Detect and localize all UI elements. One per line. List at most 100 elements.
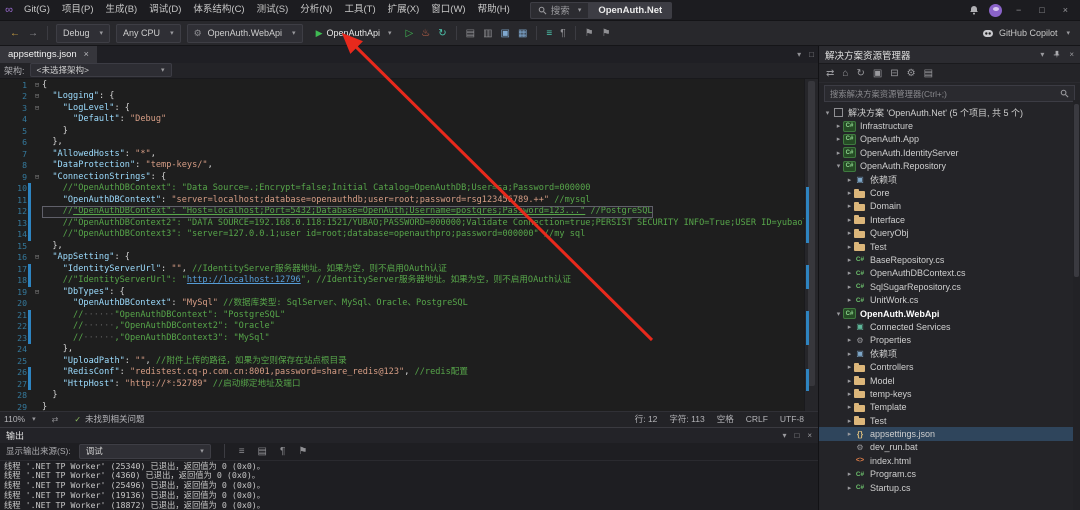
chevron-right-icon[interactable]: ▸ (845, 470, 854, 478)
code-line[interactable]: 23 //······,"OpenAuthDBContext3": "MySql… (0, 333, 804, 345)
chevron-right-icon[interactable]: ▸ (845, 430, 854, 438)
tree-item-dev-run-bat[interactable]: ⚙dev_run.bat (819, 441, 1080, 454)
tree-item-openauth-webapi[interactable]: ▾C#OpenAuth.WebApi (819, 307, 1080, 320)
pin-output-icon[interactable]: ⚑ (294, 446, 311, 457)
tree-item-test[interactable]: ▸Test (819, 240, 1080, 253)
solution-explorer-scrollbar[interactable] (1073, 100, 1080, 510)
tree-item-startup-cs[interactable]: ▸C#Startup.cs (819, 481, 1080, 494)
chevron-right-icon[interactable]: ▸ (845, 363, 854, 371)
collapse-all-icon[interactable]: ⊟ (890, 68, 898, 79)
tree-item[interactable]: ▸▣依赖项 (819, 173, 1080, 186)
code-line[interactable]: 28 } (0, 390, 804, 402)
tree-item-index-html[interactable]: <>index.html (819, 454, 1080, 467)
tree-item-core[interactable]: ▸Core (819, 186, 1080, 199)
scrollbar-thumb[interactable] (808, 81, 815, 386)
line-indicator[interactable]: 行: 12 (635, 413, 658, 425)
chevron-right-icon[interactable]: ▸ (845, 216, 854, 224)
chevron-right-icon[interactable]: ▸ (845, 377, 854, 385)
tree-item-domain[interactable]: ▸Domain (819, 200, 1080, 213)
maximize-panel-icon[interactable]: □ (794, 431, 799, 440)
hot-reload-icon[interactable]: ♨ (417, 28, 434, 39)
code-line[interactable]: 14 //"OpenAuthDBContext3": "server=127.0… (0, 229, 804, 241)
pin-icon[interactable] (1052, 50, 1061, 59)
tree-item-openauth-repository[interactable]: ▾C#OpenAuth.Repository (819, 160, 1080, 173)
tree-item-openauth-identityserver[interactable]: ▸C#OpenAuth.IdentityServer (819, 146, 1080, 159)
chevron-right-icon[interactable]: ▸ (845, 484, 854, 492)
menu-item[interactable]: 分析(N) (294, 0, 338, 20)
tree-item-template[interactable]: ▸Template (819, 401, 1080, 414)
zoom-control[interactable]: 110% ▾ (4, 414, 36, 424)
code-line[interactable]: 24 }, (0, 344, 804, 356)
code-area[interactable]: 1⊟{2⊟ "Logging": {3⊟ "LogLevel": {4 "Def… (0, 79, 804, 411)
tree-item-test[interactable]: ▸Test (819, 414, 1080, 427)
save-all-icon[interactable]: ▦ (514, 28, 531, 39)
minimize-button[interactable]: − (1012, 5, 1025, 15)
tab-appsettings-json[interactable]: appsettings.json × (0, 46, 97, 63)
chevron-right-icon[interactable]: ▸ (845, 176, 854, 184)
bookmark-icon[interactable]: ⚑ (581, 28, 598, 39)
restart-icon[interactable]: ↻ (434, 28, 450, 39)
tree-item-openauth-app[interactable]: ▸C#OpenAuth.App (819, 133, 1080, 146)
close-panel-icon[interactable]: × (807, 431, 812, 440)
code-line[interactable]: 4 "Default": "Debug" (0, 114, 804, 126)
menu-item[interactable]: 调试(D) (143, 0, 187, 20)
bookmark-list-icon[interactable]: ⚑ (598, 28, 615, 39)
code-line[interactable]: 3⊟ "LogLevel": { (0, 103, 804, 115)
tree-item-appsettings-json[interactable]: ▸{}appsettings.json (819, 427, 1080, 440)
code-line[interactable]: 18 //"IdentityServerUrl": "http://localh… (0, 275, 804, 287)
code-line[interactable]: 9⊟ "ConnectionStrings": { (0, 172, 804, 184)
code-line[interactable]: 11 "OpenAuthDBContext": "server=localhos… (0, 195, 804, 207)
close-button[interactable]: × (1059, 5, 1072, 15)
chevron-right-icon[interactable]: ▸ (845, 283, 854, 291)
chevron-down-icon[interactable]: ▾ (782, 431, 786, 440)
chevron-right-icon[interactable]: ▸ (845, 229, 854, 237)
encoding-indicator[interactable]: UTF-8 (780, 414, 804, 424)
code-line[interactable]: 27 "HttpHost": "http://*:52789" //启动绑定地址… (0, 379, 804, 391)
preview-icon[interactable]: ▤ (924, 68, 933, 79)
maximize-button[interactable]: □ (1035, 5, 1048, 15)
chevron-right-icon[interactable]: ▸ (845, 323, 854, 331)
github-copilot-button[interactable]: GitHub Copilot ▾ (982, 28, 1074, 39)
find-message-icon[interactable]: ≡ (235, 446, 249, 457)
code-line[interactable]: 13 //"OpenAuthDBContext2": "DATA SOURCE=… (0, 218, 804, 230)
chevron-down-icon[interactable]: ▾ (1040, 50, 1044, 59)
new-file-icon[interactable]: ▤ (462, 28, 479, 39)
solution-search-input[interactable]: 搜索解决方案资源管理器(Ctrl+;) (824, 85, 1075, 102)
schema-dropdown[interactable]: <未选择架构> ▾ (30, 63, 172, 77)
tree-item[interactable]: ▸▣依赖项 (819, 347, 1080, 360)
output-title[interactable]: 输出 (6, 429, 24, 442)
word-wrap-icon[interactable]: ¶ (276, 446, 289, 457)
code-line[interactable]: 6 }, (0, 137, 804, 149)
document-health[interactable]: ✓ 未找到相关问题 (74, 413, 144, 425)
chevron-right-icon[interactable]: ▸ (845, 403, 854, 411)
tree-item-openauth-net-5-5[interactable]: ▾解决方案 'OpenAuth.Net' (5 个项目, 共 5 个) (819, 106, 1080, 119)
solution-name-chip[interactable]: OpenAuth.Net (588, 2, 672, 19)
menu-item[interactable]: Git(G) (18, 0, 56, 20)
platform-dropdown[interactable]: Any CPU ▾ (116, 24, 181, 43)
column-indicator[interactable]: 字符: 113 (669, 413, 704, 425)
code-line[interactable]: 19⊟ "DbTypes": { (0, 287, 804, 299)
chevron-right-icon[interactable]: ▸ (845, 243, 854, 251)
startup-project-dropdown[interactable]: ⚙ OpenAuth.WebApi ▾ (187, 24, 303, 43)
tree-item-temp-keys[interactable]: ▸temp-keys (819, 387, 1080, 400)
code-line[interactable]: 22 //······,"OpenAuthDBContext2": "Oracl… (0, 321, 804, 333)
tree-item-controllers[interactable]: ▸Controllers (819, 360, 1080, 373)
chevron-right-icon[interactable]: ▸ (834, 149, 843, 157)
chevron-down-icon[interactable]: ▾ (834, 310, 843, 318)
menu-item[interactable]: 扩展(X) (382, 0, 426, 20)
tree-item-program-cs[interactable]: ▸C#Program.cs (819, 468, 1080, 481)
chevron-right-icon[interactable]: ▸ (845, 189, 854, 197)
split-view-icon[interactable]: ⇄ (48, 415, 63, 424)
menu-item[interactable]: 测试(S) (251, 0, 295, 20)
float-window-icon[interactable]: □ (805, 50, 818, 59)
code-line[interactable]: 12 //"OpenAuthDBContext": "Host=localhos… (0, 206, 804, 218)
menu-item[interactable]: 体系结构(C) (187, 0, 250, 20)
tree-item-unitwork-cs[interactable]: ▸C#UnitWork.cs (819, 293, 1080, 306)
output-source-dropdown[interactable]: 调试 ▾ (79, 444, 211, 459)
code-line[interactable]: 5 } (0, 126, 804, 138)
run-button[interactable]: ▶ OpenAuthApi ▾ (309, 24, 399, 42)
tree-item-openauthdbcontext-cs[interactable]: ▸C#OpenAuthDBContext.cs (819, 267, 1080, 280)
save-icon[interactable]: ▣ (497, 28, 514, 39)
eol-indicator[interactable]: CRLF (746, 414, 768, 424)
code-line[interactable]: 26 "RedisConf": "redistest.cq-p.com.cn:8… (0, 367, 804, 379)
